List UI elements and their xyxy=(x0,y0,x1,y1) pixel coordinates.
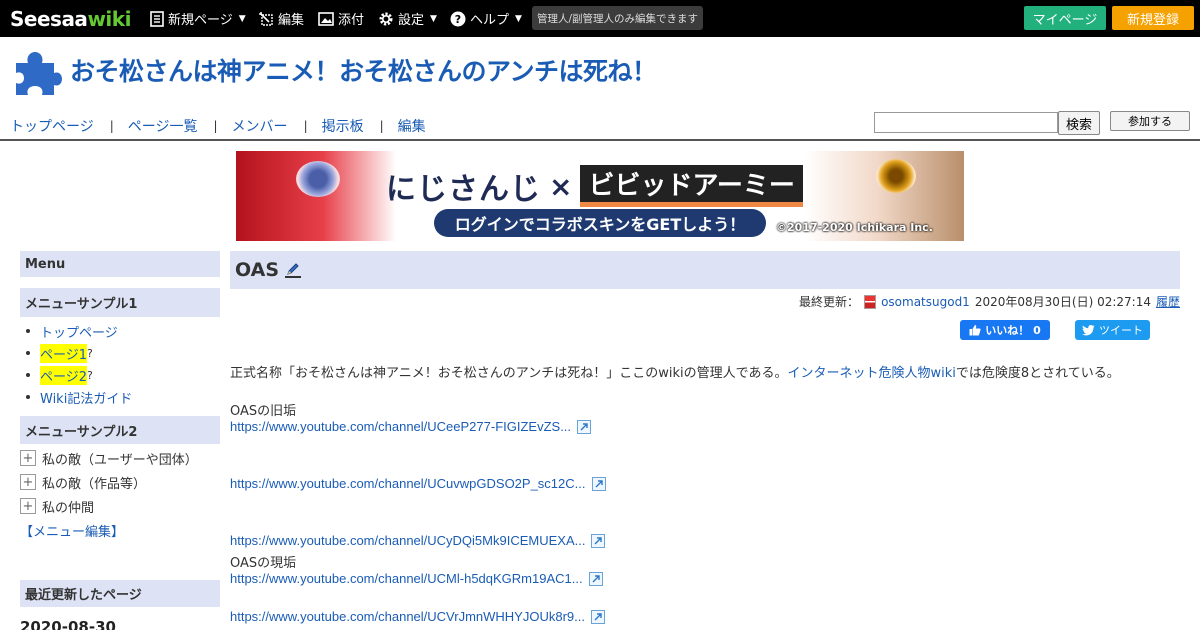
external-link-icon xyxy=(590,609,605,624)
youtube-link[interactable]: https://www.youtube.com/channel/UCuvwpGD… xyxy=(230,476,606,491)
external-link-icon xyxy=(588,571,603,586)
twitter-bird-icon xyxy=(1082,324,1095,335)
new-page-menu[interactable]: 新規ページ ▼ xyxy=(150,0,246,37)
mypage-button[interactable]: マイページ xyxy=(1024,6,1106,30)
banner-copyright: ©2017-2020 Ichikara Inc. xyxy=(776,221,933,234)
external-link-icon xyxy=(591,476,606,491)
help-menu[interactable]: ? ヘルプ ▼ xyxy=(450,0,522,37)
page-title: OAS xyxy=(235,259,280,281)
caret-down-icon: ▼ xyxy=(430,13,437,24)
list-item: ページ2? xyxy=(26,364,132,386)
old-accounts-heading: OASの旧垢 xyxy=(230,404,297,419)
nav-separator: | xyxy=(213,119,218,133)
list-item: ページ1? xyxy=(26,342,132,364)
svg-text:?: ? xyxy=(455,13,461,26)
sidebar-sample1-list: トップページ ページ1? ページ2? Wiki記法ガイド xyxy=(26,320,132,408)
history-link[interactable]: 履歴 xyxy=(1156,293,1180,310)
site-title[interactable]: おそ松さんは神アニメ！おそ松さんのアンチは死ね！ xyxy=(70,52,657,88)
seesaa-wiki-logo[interactable]: Seesaawiki xyxy=(10,7,131,31)
external-link-icon xyxy=(577,419,592,434)
youtube-link[interactable]: https://www.youtube.com/channel/UCeeP277… xyxy=(230,419,592,434)
global-nav: トップページ | ページ一覧 | メンバー | 掲示板 | 編集 xyxy=(10,116,426,136)
list-item: Wiki記法ガイド xyxy=(26,386,132,408)
sidebar-sample2-header: メニューサンプル2 xyxy=(20,416,220,444)
ad-banner[interactable]: にじさんじ × ビビッドアーミー ログインでコラボスキンをGETしよう！ ©20… xyxy=(236,151,964,241)
banner-cross: × xyxy=(549,169,573,203)
intro-paragraph: 正式名称「おそ松さんは神アニメ！おそ松さんのアンチは死ね！」ここのwikiの管理… xyxy=(230,366,1120,381)
pencil-icon[interactable] xyxy=(285,262,302,278)
banner-brand-right: ビビッドアーミー xyxy=(580,165,803,207)
create-page-link[interactable]: ? xyxy=(87,347,93,360)
sidebar-item-top-page[interactable]: トップページ xyxy=(40,322,118,341)
search-button[interactable]: 検索 xyxy=(1058,111,1100,135)
list-item: トップページ xyxy=(26,320,132,342)
page-header: OAS xyxy=(230,251,1180,289)
register-button[interactable]: 新規登録 xyxy=(1112,6,1194,30)
nav-page-list[interactable]: ページ一覧 xyxy=(128,116,198,136)
nav-edit[interactable]: 編集 xyxy=(398,116,426,136)
sidebar-sample1-header: メニューサンプル1 xyxy=(20,288,220,317)
attach-menu[interactable]: 添付 xyxy=(318,0,364,37)
puzzle-icon xyxy=(16,52,62,95)
gear-icon xyxy=(379,12,393,25)
banner-cta: ログインでコラボスキンをGETしよう！ xyxy=(434,209,766,237)
avatar xyxy=(864,294,877,309)
sidebar-item-page2[interactable]: ページ2 xyxy=(40,365,88,385)
last-updated: 最終更新： osomatsugod1 2020年08月30日(日) 02:27:… xyxy=(799,293,1180,310)
join-button[interactable]: 参加する xyxy=(1110,111,1190,131)
expand-icon[interactable]: + xyxy=(20,474,36,490)
external-link-icon xyxy=(591,533,606,548)
settings-menu[interactable]: 設定 ▼ xyxy=(378,0,437,37)
expand-icon[interactable]: + xyxy=(20,498,36,514)
nav-top-page[interactable]: トップページ xyxy=(10,116,94,136)
document-icon xyxy=(150,10,164,27)
header-divider xyxy=(0,139,1200,141)
banner-character-left xyxy=(296,161,340,197)
youtube-link[interactable]: https://www.youtube.com/channel/UCMl-h5d… xyxy=(230,571,603,586)
sidebar-item-page1[interactable]: ページ1 xyxy=(40,343,88,363)
top-bar: Seesaawiki 新規ページ ▼ 編集 添付 設定 ▼ ? ヘルプ ▼ 管理人/副… xyxy=(0,0,1200,37)
tree-item-allies[interactable]: + 私の仲間 xyxy=(20,494,94,518)
sidebar-menu-header: Menu xyxy=(20,251,220,277)
nav-board[interactable]: 掲示板 xyxy=(322,116,364,136)
updated-timestamp: 2020年08月30日(日) 02:27:14 xyxy=(974,295,1151,309)
menu-edit-link[interactable]: 【メニュー編集】 xyxy=(20,521,124,540)
nav-separator: | xyxy=(109,119,114,133)
caret-down-icon: ▼ xyxy=(238,13,246,24)
recent-date: 2020-08-30 xyxy=(20,618,116,630)
caret-down-icon: ▼ xyxy=(515,13,522,24)
danger-wiki-link[interactable]: インターネット危険人物wiki xyxy=(787,366,955,381)
facebook-like-button[interactable]: いいね！ 0 xyxy=(960,320,1050,340)
banner-brand-left: にじさんじ xyxy=(386,172,541,207)
youtube-link[interactable]: https://www.youtube.com/channel/UCyDQi5M… xyxy=(230,533,606,548)
sidebar-recent-header: 最近更新したページ xyxy=(20,580,220,607)
admin-only-notice: 管理人/副管理人のみ編集できます xyxy=(532,6,704,30)
nav-separator: | xyxy=(379,119,384,133)
current-accounts-heading: OASの現垢 xyxy=(230,556,297,571)
edit-icon xyxy=(259,11,273,26)
nav-members[interactable]: メンバー xyxy=(232,116,288,136)
edit-menu[interactable]: 編集 xyxy=(258,0,304,37)
help-icon: ? xyxy=(450,11,466,26)
author-link[interactable]: osomatsugod1 xyxy=(881,295,970,309)
tweet-button[interactable]: ツイート xyxy=(1075,320,1150,340)
tree-item-enemies-works[interactable]: + 私の敵（作品等） xyxy=(20,470,146,494)
thumbs-up-icon xyxy=(969,325,981,336)
image-icon xyxy=(318,11,334,26)
tree-item-enemies-users[interactable]: + 私の敵（ユーザーや団体） xyxy=(20,446,198,470)
banner-headline: にじさんじ × ビビッドアーミー xyxy=(386,161,803,211)
youtube-link[interactable]: https://www.youtube.com/channel/UCVrJmnW… xyxy=(230,609,605,624)
create-page-link[interactable]: ? xyxy=(87,369,93,382)
expand-icon[interactable]: + xyxy=(20,450,36,466)
nav-separator: | xyxy=(303,119,308,133)
sidebar-item-wiki-guide[interactable]: Wiki記法ガイド xyxy=(40,388,132,407)
banner-character-right xyxy=(876,159,916,193)
search-input[interactable] xyxy=(874,112,1058,133)
